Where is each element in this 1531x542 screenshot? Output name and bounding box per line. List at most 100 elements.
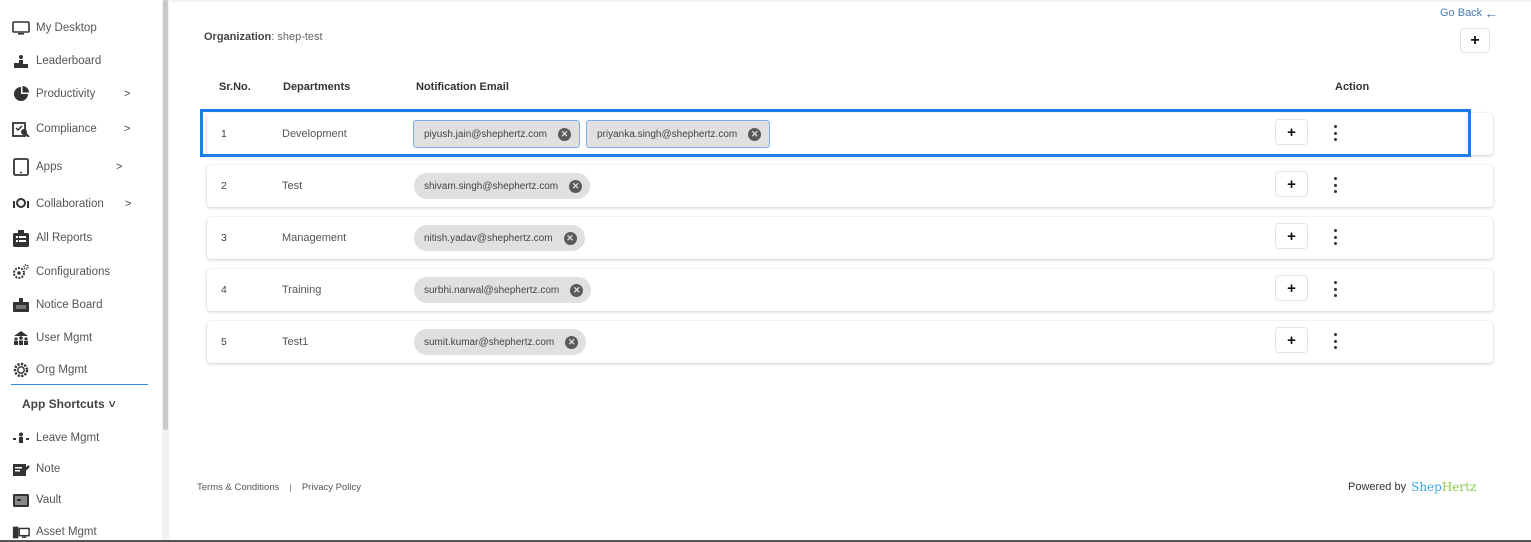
more-actions-icon[interactable]: [1331, 281, 1339, 297]
table-row: 3 Management nitish.yadav@shephertz.com ✕ +: [207, 217, 1493, 259]
column-header-srno: Sr.No.: [219, 81, 251, 93]
brand-logo: ShepHertz: [1411, 480, 1476, 494]
vault-icon: [12, 492, 30, 508]
terms-link[interactable]: Terms & Conditions: [197, 482, 279, 493]
leave-icon: [12, 430, 30, 446]
shortcut-asset-mgmt[interactable]: Asset Mgmt: [12, 521, 97, 542]
users-icon: [12, 330, 30, 346]
sidebar-item-label: Productivity: [36, 88, 96, 100]
brand-logo-part1: Shep: [1411, 480, 1442, 494]
remove-email-icon[interactable]: ✕: [569, 179, 583, 193]
email-chip-list: surbhi.narwal@shephertz.com ✕: [414, 277, 592, 303]
sidebar-item-label: All Reports: [36, 232, 93, 244]
sidebar-scrollbar-thumb[interactable]: [163, 0, 168, 430]
add-email-button[interactable]: +: [1275, 223, 1308, 249]
add-email-button[interactable]: +: [1275, 327, 1308, 353]
remove-email-icon[interactable]: ✕: [748, 127, 762, 141]
collaboration-icon: [12, 196, 30, 212]
sidebar-item-label: User Mgmt: [36, 332, 93, 344]
email-chip: surbhi.narwal@shephertz.com ✕: [414, 277, 592, 303]
email-chip-text: shivam.singh@shephertz.com: [424, 180, 559, 192]
sidebar: My Desktop Leaderboard Productivity > Compli…: [0, 0, 170, 540]
app-shortcuts-toggle[interactable]: App Shortcuts ˅: [22, 397, 116, 411]
sidebar-item-label: Notice Board: [36, 299, 103, 311]
email-chip: priyanka.singh@shephertz.com ✕: [585, 120, 771, 148]
more-actions-icon[interactable]: [1331, 229, 1339, 245]
sidebar-item-collaboration[interactable]: Collaboration >: [12, 193, 131, 215]
more-actions-icon[interactable]: [1331, 333, 1339, 349]
row-department: Management: [282, 232, 347, 244]
chevron-down-icon: ˅: [108, 397, 116, 411]
org-gear-icon: [12, 362, 30, 378]
email-chip: sumit.kumar@shephertz.com ✕: [414, 329, 587, 355]
sidebar-item-notice-board[interactable]: Notice Board: [12, 294, 102, 316]
chevron-right-icon: >: [124, 123, 131, 135]
shortcut-label: Leave Mgmt: [36, 432, 100, 444]
sidebar-item-label: My Desktop: [36, 22, 97, 34]
organization-info: Organization: shep-test: [204, 31, 323, 43]
notice-board-icon: [12, 297, 30, 313]
sidebar-item-label: Collaboration: [36, 198, 104, 210]
clipboard-icon: [12, 229, 30, 247]
powered-by-label: Powered by: [1348, 481, 1407, 493]
sidebar-divider: [11, 384, 148, 385]
email-chip: shivam.singh@shephertz.com ✕: [414, 173, 591, 199]
row-srno: 4: [221, 284, 227, 296]
sidebar-item-all-reports[interactable]: All Reports: [12, 227, 92, 249]
email-chip-list: piyush.jain@shephertz.com ✕ priyanka.singh…: [413, 120, 771, 148]
remove-email-icon[interactable]: ✕: [558, 127, 571, 141]
go-back-link[interactable]: Go Back ←: [1440, 5, 1498, 21]
column-header-notification-email: Notification Email: [416, 81, 509, 93]
add-email-button[interactable]: +: [1275, 275, 1308, 301]
remove-email-icon[interactable]: ✕: [565, 335, 579, 349]
table-row: 2 Test shivam.singh@shephertz.com ✕ +: [207, 165, 1493, 207]
row-department: Test1: [282, 336, 309, 348]
sidebar-item-apps[interactable]: Apps >: [12, 156, 122, 178]
more-actions-icon[interactable]: [1331, 125, 1339, 141]
sidebar-item-org-mgmt[interactable]: Org Mgmt: [12, 359, 87, 381]
sidebar-item-productivity[interactable]: Productivity >: [12, 83, 130, 105]
row-department: Test: [282, 180, 303, 192]
add-department-button[interactable]: +: [1460, 28, 1490, 53]
organization-label: Organization: [204, 31, 272, 43]
chevron-right-icon: >: [125, 198, 132, 210]
sidebar-item-label: Apps: [36, 161, 63, 173]
sidebar-item-leaderboard[interactable]: Leaderboard: [12, 50, 101, 72]
more-actions-icon[interactable]: [1331, 177, 1339, 193]
powered-by: Powered by ShepHertz: [1348, 480, 1476, 494]
sidebar-item-label: Configurations: [36, 266, 111, 278]
chevron-right-icon: >: [116, 161, 123, 173]
remove-email-icon[interactable]: ✕: [563, 231, 577, 245]
shortcut-note[interactable]: Note: [12, 458, 60, 480]
sidebar-item-my-desktop[interactable]: My Desktop: [12, 17, 97, 39]
top-border: [170, 0, 1531, 2]
row-srno: 3: [221, 232, 227, 244]
email-chip: piyush.jain@shephertz.com ✕: [413, 120, 580, 148]
tablet-icon: [12, 158, 30, 176]
row-department: Development: [282, 128, 347, 140]
email-chip-text: nitish.yadav@shephertz.com: [424, 232, 553, 244]
row-srno: 1: [221, 128, 227, 140]
shortcut-vault[interactable]: Vault: [12, 489, 61, 511]
sidebar-item-compliance[interactable]: Compliance >: [12, 118, 130, 140]
shortcut-leave-mgmt[interactable]: Leave Mgmt: [12, 427, 99, 449]
table-row: 5 Test1 sumit.kumar@shephertz.com ✕ +: [207, 321, 1493, 363]
sidebar-item-configurations[interactable]: Configurations: [12, 261, 110, 283]
email-chip-text: sumit.kumar@shephertz.com: [424, 336, 555, 348]
go-back-label: Go Back: [1440, 7, 1483, 19]
email-chip-list: shivam.singh@shephertz.com ✕: [414, 173, 591, 199]
add-email-button[interactable]: +: [1275, 171, 1308, 197]
privacy-link[interactable]: Privacy Policy: [302, 482, 361, 493]
table-row: 4 Training surbhi.narwal@shephertz.com ✕ +: [207, 269, 1493, 311]
remove-email-icon[interactable]: ✕: [570, 283, 584, 297]
add-email-button[interactable]: +: [1275, 119, 1308, 145]
pie-chart-icon: [12, 86, 30, 102]
sidebar-item-user-mgmt[interactable]: User Mgmt: [12, 327, 92, 349]
sidebar-item-label: Compliance: [36, 123, 97, 135]
sidebar-item-label: Org Mgmt: [36, 364, 88, 376]
footer-separator: |: [289, 482, 292, 493]
arrow-left-icon: ←: [1484, 5, 1499, 21]
row-department: Training: [282, 284, 322, 296]
email-chip-text: piyush.jain@shephertz.com: [424, 128, 547, 140]
brand-logo-part2: Hertz: [1441, 480, 1477, 494]
